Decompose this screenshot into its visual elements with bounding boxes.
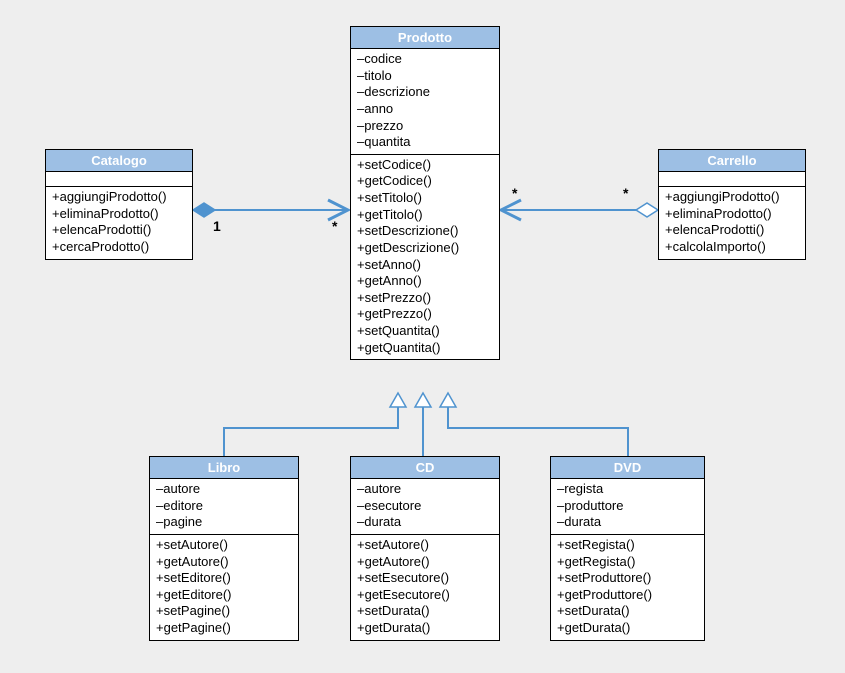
operations-section: +setRegista() +getRegista() +setProdutto… — [551, 535, 704, 640]
op: +getEditore() — [156, 587, 292, 604]
op: +setDescrizione() — [357, 223, 493, 240]
op: +getPagine() — [156, 620, 292, 637]
attr: –codice — [357, 51, 493, 68]
attributes-section: –autore –editore –pagine — [150, 479, 298, 535]
class-title: CD — [351, 457, 499, 479]
op: +getTitolo() — [357, 207, 493, 224]
op: +getRegista() — [557, 554, 698, 571]
rel-carrello-prodotto — [501, 203, 658, 217]
rel-inheritance — [224, 393, 628, 456]
op: +aggiungiProdotto() — [52, 189, 186, 206]
attr: –durata — [557, 514, 698, 531]
attributes-section — [46, 172, 192, 187]
op: +cercaProdotto() — [52, 239, 186, 256]
op: +setDurata() — [557, 603, 698, 620]
op: +eliminaProdotto() — [665, 206, 799, 223]
attr: –esecutore — [357, 498, 493, 515]
class-title: DVD — [551, 457, 704, 479]
op: +setRegista() — [557, 537, 698, 554]
op: +eliminaProdotto() — [52, 206, 186, 223]
op: +calcolaImporto() — [665, 239, 799, 256]
class-title: Prodotto — [351, 27, 499, 49]
attr: –editore — [156, 498, 292, 515]
operations-section: +setAutore() +getAutore() +setEditore() … — [150, 535, 298, 640]
mult-carrello-star: * — [623, 185, 628, 201]
attributes-section: –autore –esecutore –durata — [351, 479, 499, 535]
op: +setTitolo() — [357, 190, 493, 207]
attr: –prezzo — [357, 118, 493, 135]
operations-section: +aggiungiProdotto() +eliminaProdotto() +… — [46, 187, 192, 259]
op: +getDurata() — [357, 620, 493, 637]
attr: –durata — [357, 514, 493, 531]
attr: –quantita — [357, 134, 493, 151]
class-title: Libro — [150, 457, 298, 479]
op: +elencaProdotti() — [52, 222, 186, 239]
class-cd: CD –autore –esecutore –durata +setAutore… — [350, 456, 500, 641]
class-dvd: DVD –regista –produttore –durata +setReg… — [550, 456, 705, 641]
class-title: Catalogo — [46, 150, 192, 172]
operations-section: +aggiungiProdotto() +eliminaProdotto() +… — [659, 187, 805, 259]
rel-catalogo-prodotto — [193, 203, 348, 217]
mult-prodotto-left-star: * — [332, 218, 337, 234]
class-title: Carrello — [659, 150, 805, 172]
op: +getQuantita() — [357, 340, 493, 357]
op: +setPagine() — [156, 603, 292, 620]
op: +setEsecutore() — [357, 570, 493, 587]
attr: –titolo — [357, 68, 493, 85]
class-carrello: Carrello +aggiungiProdotto() +eliminaPro… — [658, 149, 806, 260]
attr: –produttore — [557, 498, 698, 515]
attr: –pagine — [156, 514, 292, 531]
operations-section: +setAutore() +getAutore() +setEsecutore(… — [351, 535, 499, 640]
op: +getPrezzo() — [357, 306, 493, 323]
op: +setAutore() — [156, 537, 292, 554]
mult-catalogo-1: 1 — [213, 218, 221, 234]
op: +getAutore() — [156, 554, 292, 571]
op: +getProduttore() — [557, 587, 698, 604]
op: +getDurata() — [557, 620, 698, 637]
op: +setProduttore() — [557, 570, 698, 587]
op: +getCodice() — [357, 173, 493, 190]
op: +setCodice() — [357, 157, 493, 174]
attributes-section — [659, 172, 805, 187]
attr: –autore — [156, 481, 292, 498]
attributes-section: –regista –produttore –durata — [551, 479, 704, 535]
op: +elencaProdotti() — [665, 222, 799, 239]
op: +getEsecutore() — [357, 587, 493, 604]
class-prodotto: Prodotto –codice –titolo –descrizione –a… — [350, 26, 500, 360]
op: +setDurata() — [357, 603, 493, 620]
op: +aggiungiProdotto() — [665, 189, 799, 206]
attributes-section: –codice –titolo –descrizione –anno –prez… — [351, 49, 499, 155]
op: +getDescrizione() — [357, 240, 493, 257]
op: +setAnno() — [357, 257, 493, 274]
attr: –regista — [557, 481, 698, 498]
class-catalogo: Catalogo +aggiungiProdotto() +eliminaPro… — [45, 149, 193, 260]
op: +setPrezzo() — [357, 290, 493, 307]
op: +setEditore() — [156, 570, 292, 587]
mult-prodotto-right-star: * — [512, 185, 517, 201]
attr: –autore — [357, 481, 493, 498]
op: +setAutore() — [357, 537, 493, 554]
op: +setQuantita() — [357, 323, 493, 340]
operations-section: +setCodice() +getCodice() +setTitolo() +… — [351, 155, 499, 360]
class-libro: Libro –autore –editore –pagine +setAutor… — [149, 456, 299, 641]
op: +getAnno() — [357, 273, 493, 290]
attr: –anno — [357, 101, 493, 118]
attr: –descrizione — [357, 84, 493, 101]
op: +getAutore() — [357, 554, 493, 571]
